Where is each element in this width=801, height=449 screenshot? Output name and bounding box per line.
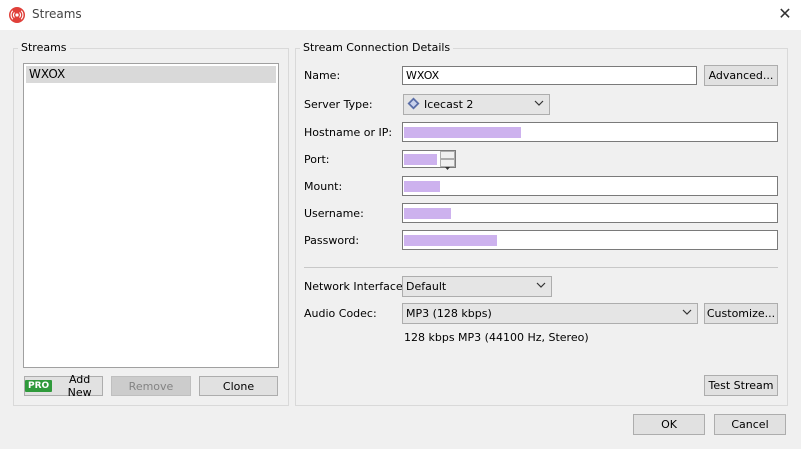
cancel-button[interactable]: Cancel [714,414,786,435]
title-bar [0,0,801,30]
clone-button[interactable]: Clone [199,376,278,396]
mount-field[interactable] [402,176,778,196]
chevron-down-icon [682,307,692,320]
port-field[interactable] [402,150,456,170]
network-interface-select[interactable]: Default [402,276,552,297]
audio-codec-select[interactable]: MP3 (128 kbps) [402,303,698,324]
add-new-button[interactable]: PRO Add New [24,373,103,399]
test-stream-button[interactable]: Test Stream [704,375,778,396]
redacted-mount [404,181,440,192]
chevron-down-icon [536,280,546,293]
codec-info-text: 128 kbps MP3 (44100 Hz, Stereo) [404,331,589,344]
hostname-label: Hostname or IP: [304,126,393,139]
add-new-label: Add New [67,373,92,399]
chevron-down-icon [534,98,544,111]
name-label: Name: [304,69,341,82]
username-field[interactable] [402,203,778,223]
spin-up-icon[interactable] [440,151,455,162]
redacted-hostname [404,127,521,138]
streams-list[interactable]: WXOX [23,63,279,368]
audio-codec-value: MP3 (128 kbps) [406,307,492,320]
redacted-username [404,208,451,219]
network-interface-value: Default [406,280,447,293]
pro-badge: PRO [25,380,53,392]
streams-group-label: Streams [18,41,70,54]
mount-label: Mount: [304,180,343,193]
separator [304,267,778,268]
name-field[interactable]: WXOX [402,66,697,85]
redacted-password [404,235,497,246]
connection-details-label: Stream Connection Details [300,41,454,54]
remove-button[interactable]: Remove [111,376,191,396]
stream-list-item[interactable]: WXOX [26,66,276,83]
icecast-icon [407,97,420,113]
broadcast-icon [9,7,25,23]
redacted-port [404,154,437,165]
close-icon[interactable]: ✕ [776,5,794,23]
network-interface-label: Network Interface: [304,280,407,293]
advanced-button[interactable]: Advanced... [704,65,778,86]
audio-codec-label: Audio Codec: [304,307,377,320]
username-label: Username: [304,207,364,220]
ok-button[interactable]: OK [633,414,705,435]
customize-button[interactable]: Customize... [704,303,778,324]
server-type-value: Icecast 2 [424,98,474,111]
hostname-field[interactable] [402,122,778,142]
server-type-label: Server Type: [304,98,373,111]
password-label: Password: [304,234,360,247]
server-type-select[interactable]: Icecast 2 [403,94,550,115]
password-field[interactable] [402,230,778,250]
window-title: Streams [32,7,82,21]
port-label: Port: [304,153,330,166]
spin-down-icon[interactable] [440,159,455,170]
